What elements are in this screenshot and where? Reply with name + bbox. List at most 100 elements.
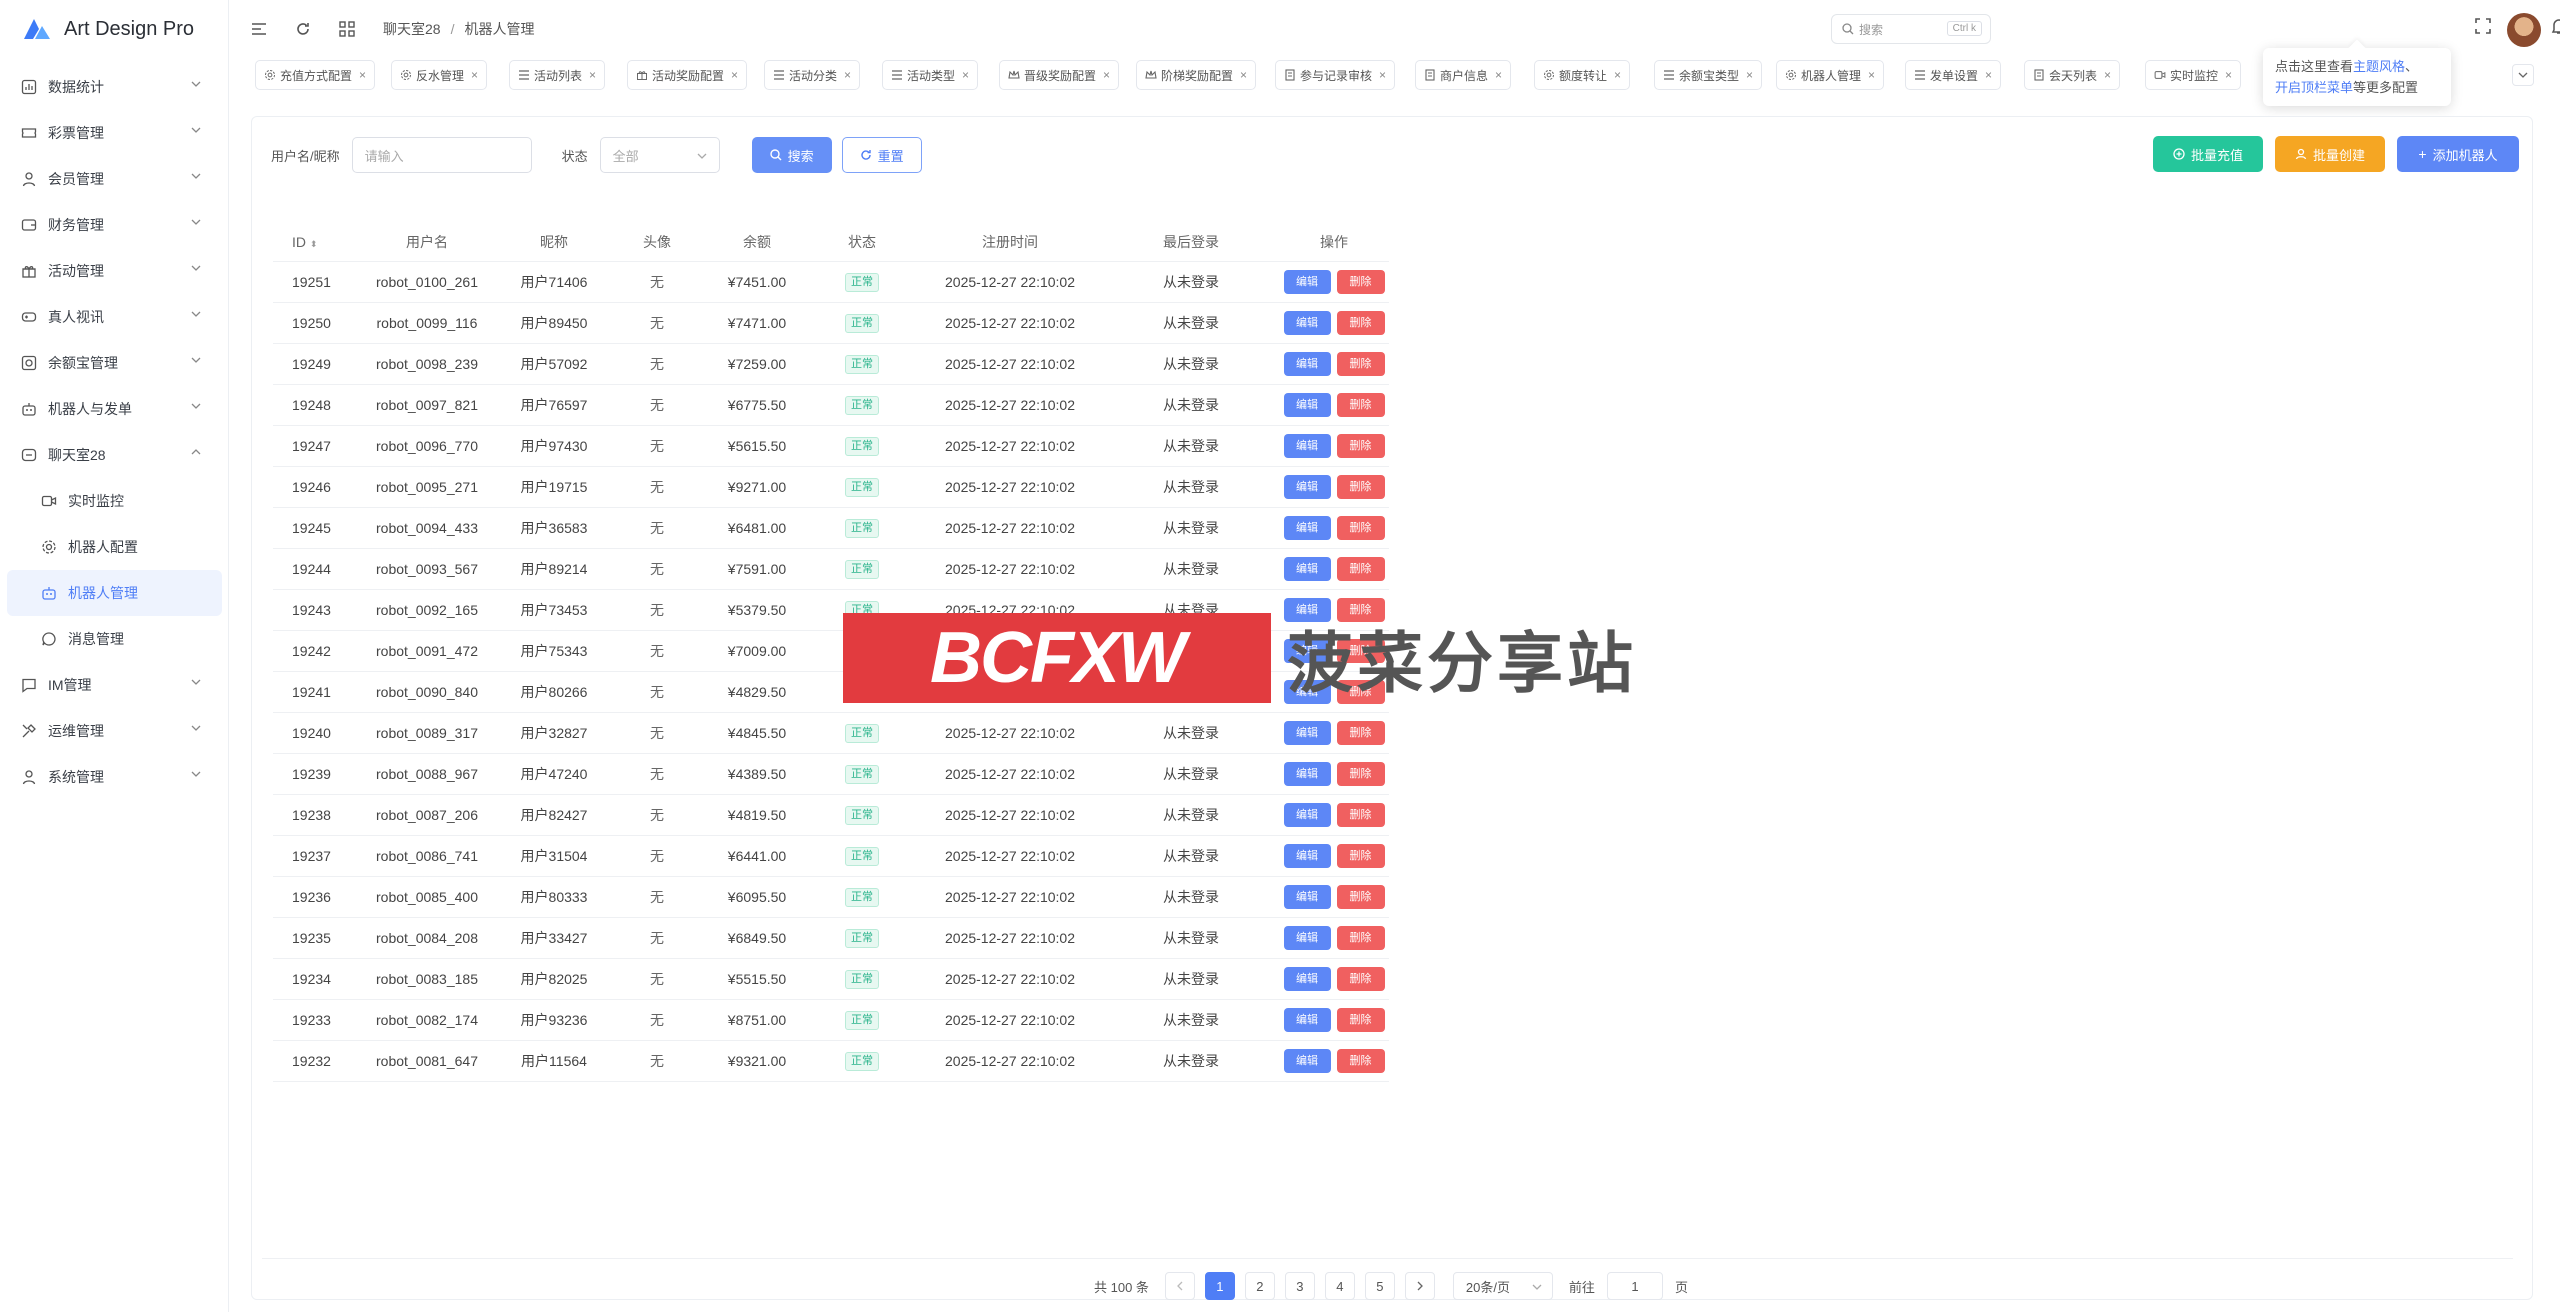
tab[interactable]: 反水管理 × [391,60,488,90]
page-number-button[interactable]: 5 [1364,1272,1395,1300]
tab-close-icon[interactable]: × [1868,68,1875,82]
sidebar-item[interactable]: 消息管理 [0,616,229,662]
tab[interactable]: 会天列表 × [2024,60,2121,90]
edit-button[interactable]: 编辑 [1283,843,1331,868]
tab[interactable]: 充值方式配置 × [255,60,376,90]
page-number-button[interactable]: 1 [1204,1272,1235,1300]
tab-close-icon[interactable]: × [2104,68,2111,82]
prev-page-button[interactable] [1164,1272,1195,1300]
tab[interactable]: 参与记录审核 × [1275,60,1396,90]
sidebar-item[interactable]: 财务管理 [0,202,229,248]
edit-button[interactable]: 编辑 [1283,310,1331,335]
delete-button[interactable]: 删除 [1336,966,1385,991]
sidebar-item[interactable]: 机器人与发单 [0,386,229,432]
tab-close-icon[interactable]: × [1746,68,1753,82]
tab[interactable]: 发单设置 × [1905,60,2002,90]
tab-close-icon[interactable]: × [1495,68,1502,82]
grid-icon[interactable] [335,17,359,41]
page-number-button[interactable]: 3 [1284,1272,1315,1300]
delete-button[interactable]: 删除 [1336,884,1385,909]
delete-button[interactable]: 删除 [1336,392,1385,417]
delete-button[interactable]: 删除 [1336,556,1385,581]
sidebar-item[interactable]: 彩票管理 [0,110,229,156]
edit-button[interactable]: 编辑 [1283,1048,1331,1073]
tab[interactable]: 活动类型 × [882,60,979,90]
tab-close-icon[interactable]: × [731,68,738,82]
column-header-id[interactable]: ID ⬍ [273,224,353,261]
edit-button[interactable]: 编辑 [1283,515,1331,540]
tooltip-topmenu-link[interactable]: 开启顶栏菜单 [2275,80,2353,95]
fullscreen-icon[interactable] [2474,17,2492,35]
tab-close-icon[interactable]: × [1240,68,1247,82]
edit-button[interactable]: 编辑 [1283,802,1331,827]
edit-button[interactable]: 编辑 [1283,966,1331,991]
page-number-button[interactable]: 4 [1324,1272,1355,1300]
tab-close-icon[interactable]: × [1379,68,1386,82]
edit-button[interactable]: 编辑 [1283,925,1331,950]
delete-button[interactable]: 删除 [1336,433,1385,458]
username-input[interactable]: 请输入 [351,137,532,173]
refresh-icon[interactable] [291,17,315,41]
delete-button[interactable]: 删除 [1336,474,1385,499]
edit-button[interactable]: 编辑 [1283,1007,1331,1032]
tooltip-theme-link[interactable]: 主题风格 [2353,59,2405,74]
tab[interactable]: 实时监控 × [2145,60,2242,90]
sort-icon[interactable]: ⬍ [310,239,318,249]
page-number-button[interactable]: 2 [1244,1272,1275,1300]
sidebar-item[interactable]: 活动管理 [0,248,229,294]
sidebar-item[interactable]: 机器人配置 [0,524,229,570]
add-robot-button[interactable]: + 添加机器人 [2397,136,2519,172]
edit-button[interactable]: 编辑 [1283,351,1331,376]
tab-close-icon[interactable]: × [844,68,851,82]
tab[interactable]: 阶梯奖励配置 × [1136,60,1257,90]
edit-button[interactable]: 编辑 [1283,884,1331,909]
sidebar-item[interactable]: 数据统计 [0,64,229,110]
delete-button[interactable]: 删除 [1336,1048,1385,1073]
sidebar-item[interactable]: 系统管理 [0,754,229,800]
tab-close-icon[interactable]: × [1614,68,1621,82]
delete-button[interactable]: 删除 [1336,351,1385,376]
edit-button[interactable]: 编辑 [1283,269,1331,294]
sidebar-item[interactable]: 余额宝管理 [0,340,229,386]
sidebar-item[interactable]: 聊天室28 [0,432,229,478]
app-logo[interactable]: Art Design Pro [22,14,194,44]
tab[interactable]: 机器人管理 × [1776,60,1885,90]
sidebar-item[interactable]: 机器人管理 [7,570,222,616]
breadcrumb-item[interactable]: 聊天室28 [383,19,441,39]
tab[interactable]: 活动分类 × [764,60,861,90]
edit-button[interactable]: 编辑 [1283,474,1331,499]
reset-button[interactable]: 重置 [841,137,922,173]
sidebar-item[interactable]: 会员管理 [0,156,229,202]
page-size-select[interactable]: 20条/页 [1452,1272,1553,1300]
delete-button[interactable]: 删除 [1336,761,1385,786]
tab[interactable]: 晋级奖励配置 × [999,60,1120,90]
edit-button[interactable]: 编辑 [1283,433,1331,458]
sidebar-item[interactable]: 真人视讯 [0,294,229,340]
delete-button[interactable]: 删除 [1336,843,1385,868]
next-page-button[interactable] [1404,1272,1435,1300]
global-search-input[interactable]: 搜索 Ctrl k [1831,14,1991,44]
batch-create-button[interactable]: 批量创建 [2275,136,2385,172]
tab-close-icon[interactable]: × [1103,68,1110,82]
edit-button[interactable]: 编辑 [1283,556,1331,581]
goto-page-input[interactable]: 1 [1606,1272,1663,1300]
delete-button[interactable]: 删除 [1336,720,1385,745]
edit-button[interactable]: 编辑 [1283,720,1331,745]
delete-button[interactable]: 删除 [1336,925,1385,950]
edit-button[interactable]: 编辑 [1283,761,1331,786]
tab-close-icon[interactable]: × [589,68,596,82]
tab[interactable]: 余额宝类型 × [1654,60,1763,90]
notification-bell-icon[interactable] [2550,17,2560,35]
tab-close-icon[interactable]: × [359,68,366,82]
delete-button[interactable]: 删除 [1336,269,1385,294]
tab-close-icon[interactable]: × [1985,68,1992,82]
delete-button[interactable]: 删除 [1336,1007,1385,1032]
edit-button[interactable]: 编辑 [1283,392,1331,417]
tab-close-icon[interactable]: × [962,68,969,82]
tab[interactable]: 活动列表 × [509,60,606,90]
tab[interactable]: 额度转让 × [1534,60,1631,90]
delete-button[interactable]: 删除 [1336,310,1385,335]
status-select[interactable]: 全部 [599,137,720,173]
tabs-more-chevron-icon[interactable] [2512,64,2534,86]
tab[interactable]: 活动奖励配置 × [627,60,748,90]
